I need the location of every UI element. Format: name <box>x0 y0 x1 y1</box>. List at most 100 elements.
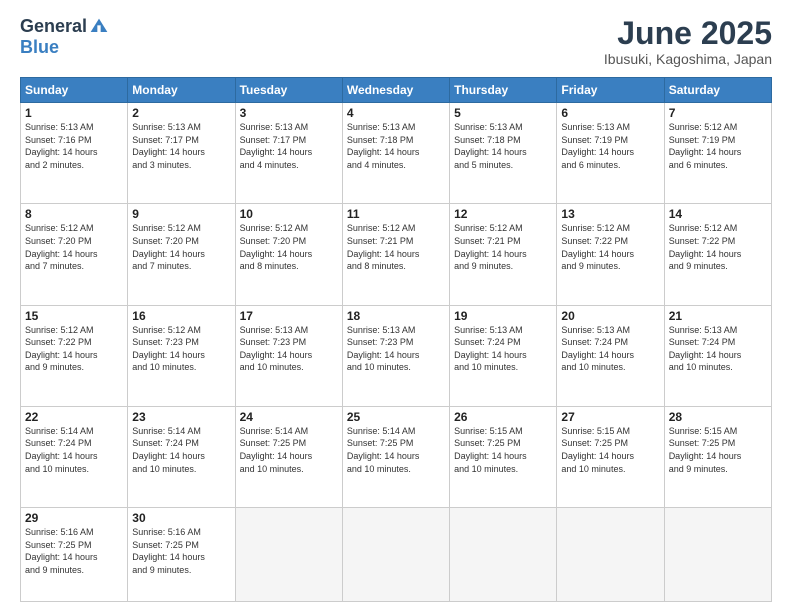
table-row <box>557 508 664 602</box>
header-friday: Friday <box>557 78 664 103</box>
logo: General Blue <box>20 16 109 58</box>
table-row: 5Sunrise: 5:13 AM Sunset: 7:18 PM Daylig… <box>450 103 557 204</box>
day-info: Sunrise: 5:13 AM Sunset: 7:18 PM Dayligh… <box>454 121 552 171</box>
day-number: 19 <box>454 309 552 323</box>
table-row: 6Sunrise: 5:13 AM Sunset: 7:19 PM Daylig… <box>557 103 664 204</box>
table-row: 26Sunrise: 5:15 AM Sunset: 7:25 PM Dayli… <box>450 406 557 507</box>
day-number: 28 <box>669 410 767 424</box>
day-info: Sunrise: 5:12 AM Sunset: 7:23 PM Dayligh… <box>132 324 230 374</box>
table-row <box>450 508 557 602</box>
day-info: Sunrise: 5:13 AM Sunset: 7:24 PM Dayligh… <box>561 324 659 374</box>
day-info: Sunrise: 5:13 AM Sunset: 7:18 PM Dayligh… <box>347 121 445 171</box>
logo-blue: Blue <box>20 37 59 58</box>
day-number: 15 <box>25 309 123 323</box>
table-row <box>342 508 449 602</box>
day-info: Sunrise: 5:15 AM Sunset: 7:25 PM Dayligh… <box>561 425 659 475</box>
table-row: 28Sunrise: 5:15 AM Sunset: 7:25 PM Dayli… <box>664 406 771 507</box>
day-info: Sunrise: 5:16 AM Sunset: 7:25 PM Dayligh… <box>25 526 123 576</box>
day-number: 14 <box>669 207 767 221</box>
title-area: June 2025 Ibusuki, Kagoshima, Japan <box>604 16 772 67</box>
table-row: 29Sunrise: 5:16 AM Sunset: 7:25 PM Dayli… <box>21 508 128 602</box>
day-info: Sunrise: 5:13 AM Sunset: 7:23 PM Dayligh… <box>240 324 338 374</box>
day-info: Sunrise: 5:12 AM Sunset: 7:20 PM Dayligh… <box>25 222 123 272</box>
table-row: 27Sunrise: 5:15 AM Sunset: 7:25 PM Dayli… <box>557 406 664 507</box>
day-info: Sunrise: 5:13 AM Sunset: 7:17 PM Dayligh… <box>240 121 338 171</box>
day-info: Sunrise: 5:12 AM Sunset: 7:22 PM Dayligh… <box>25 324 123 374</box>
header-tuesday: Tuesday <box>235 78 342 103</box>
day-info: Sunrise: 5:15 AM Sunset: 7:25 PM Dayligh… <box>669 425 767 475</box>
table-row: 11Sunrise: 5:12 AM Sunset: 7:21 PM Dayli… <box>342 204 449 305</box>
table-row <box>664 508 771 602</box>
table-row: 22Sunrise: 5:14 AM Sunset: 7:24 PM Dayli… <box>21 406 128 507</box>
day-info: Sunrise: 5:12 AM Sunset: 7:21 PM Dayligh… <box>347 222 445 272</box>
day-number: 13 <box>561 207 659 221</box>
day-number: 21 <box>669 309 767 323</box>
day-info: Sunrise: 5:16 AM Sunset: 7:25 PM Dayligh… <box>132 526 230 576</box>
calendar-table: Sunday Monday Tuesday Wednesday Thursday… <box>20 77 772 602</box>
day-info: Sunrise: 5:14 AM Sunset: 7:25 PM Dayligh… <box>240 425 338 475</box>
table-row: 30Sunrise: 5:16 AM Sunset: 7:25 PM Dayli… <box>128 508 235 602</box>
table-row: 7Sunrise: 5:12 AM Sunset: 7:19 PM Daylig… <box>664 103 771 204</box>
day-number: 18 <box>347 309 445 323</box>
day-number: 25 <box>347 410 445 424</box>
day-number: 20 <box>561 309 659 323</box>
day-number: 3 <box>240 106 338 120</box>
table-row: 14Sunrise: 5:12 AM Sunset: 7:22 PM Dayli… <box>664 204 771 305</box>
day-number: 7 <box>669 106 767 120</box>
table-row: 17Sunrise: 5:13 AM Sunset: 7:23 PM Dayli… <box>235 305 342 406</box>
logo-text: General <box>20 16 109 37</box>
table-row: 1Sunrise: 5:13 AM Sunset: 7:16 PM Daylig… <box>21 103 128 204</box>
day-info: Sunrise: 5:12 AM Sunset: 7:21 PM Dayligh… <box>454 222 552 272</box>
month-title: June 2025 <box>604 16 772 51</box>
day-number: 22 <box>25 410 123 424</box>
day-number: 29 <box>25 511 123 525</box>
day-number: 30 <box>132 511 230 525</box>
day-info: Sunrise: 5:14 AM Sunset: 7:25 PM Dayligh… <box>347 425 445 475</box>
day-number: 5 <box>454 106 552 120</box>
table-row: 12Sunrise: 5:12 AM Sunset: 7:21 PM Dayli… <box>450 204 557 305</box>
table-row: 8Sunrise: 5:12 AM Sunset: 7:20 PM Daylig… <box>21 204 128 305</box>
header-monday: Monday <box>128 78 235 103</box>
table-row: 10Sunrise: 5:12 AM Sunset: 7:20 PM Dayli… <box>235 204 342 305</box>
table-row: 18Sunrise: 5:13 AM Sunset: 7:23 PM Dayli… <box>342 305 449 406</box>
day-number: 23 <box>132 410 230 424</box>
day-number: 4 <box>347 106 445 120</box>
day-info: Sunrise: 5:13 AM Sunset: 7:19 PM Dayligh… <box>561 121 659 171</box>
page: General Blue June 2025 Ibusuki, Kagoshim… <box>0 0 792 612</box>
table-row: 19Sunrise: 5:13 AM Sunset: 7:24 PM Dayli… <box>450 305 557 406</box>
day-info: Sunrise: 5:15 AM Sunset: 7:25 PM Dayligh… <box>454 425 552 475</box>
day-number: 27 <box>561 410 659 424</box>
table-row: 20Sunrise: 5:13 AM Sunset: 7:24 PM Dayli… <box>557 305 664 406</box>
day-info: Sunrise: 5:13 AM Sunset: 7:24 PM Dayligh… <box>454 324 552 374</box>
day-number: 11 <box>347 207 445 221</box>
calendar-header-row: Sunday Monday Tuesday Wednesday Thursday… <box>21 78 772 103</box>
table-row: 16Sunrise: 5:12 AM Sunset: 7:23 PM Dayli… <box>128 305 235 406</box>
day-number: 12 <box>454 207 552 221</box>
day-info: Sunrise: 5:12 AM Sunset: 7:22 PM Dayligh… <box>561 222 659 272</box>
day-info: Sunrise: 5:13 AM Sunset: 7:17 PM Dayligh… <box>132 121 230 171</box>
table-row: 15Sunrise: 5:12 AM Sunset: 7:22 PM Dayli… <box>21 305 128 406</box>
day-info: Sunrise: 5:14 AM Sunset: 7:24 PM Dayligh… <box>25 425 123 475</box>
day-number: 9 <box>132 207 230 221</box>
header: General Blue June 2025 Ibusuki, Kagoshim… <box>20 16 772 67</box>
day-info: Sunrise: 5:12 AM Sunset: 7:20 PM Dayligh… <box>132 222 230 272</box>
table-row: 4Sunrise: 5:13 AM Sunset: 7:18 PM Daylig… <box>342 103 449 204</box>
table-row: 21Sunrise: 5:13 AM Sunset: 7:24 PM Dayli… <box>664 305 771 406</box>
header-saturday: Saturday <box>664 78 771 103</box>
day-number: 1 <box>25 106 123 120</box>
header-wednesday: Wednesday <box>342 78 449 103</box>
day-number: 8 <box>25 207 123 221</box>
day-info: Sunrise: 5:13 AM Sunset: 7:24 PM Dayligh… <box>669 324 767 374</box>
day-number: 24 <box>240 410 338 424</box>
table-row: 3Sunrise: 5:13 AM Sunset: 7:17 PM Daylig… <box>235 103 342 204</box>
table-row <box>235 508 342 602</box>
logo-general: General <box>20 16 87 37</box>
table-row: 25Sunrise: 5:14 AM Sunset: 7:25 PM Dayli… <box>342 406 449 507</box>
table-row: 2Sunrise: 5:13 AM Sunset: 7:17 PM Daylig… <box>128 103 235 204</box>
day-number: 26 <box>454 410 552 424</box>
day-info: Sunrise: 5:13 AM Sunset: 7:23 PM Dayligh… <box>347 324 445 374</box>
day-info: Sunrise: 5:12 AM Sunset: 7:19 PM Dayligh… <box>669 121 767 171</box>
table-row: 24Sunrise: 5:14 AM Sunset: 7:25 PM Dayli… <box>235 406 342 507</box>
logo-icon <box>89 17 109 37</box>
day-info: Sunrise: 5:12 AM Sunset: 7:20 PM Dayligh… <box>240 222 338 272</box>
